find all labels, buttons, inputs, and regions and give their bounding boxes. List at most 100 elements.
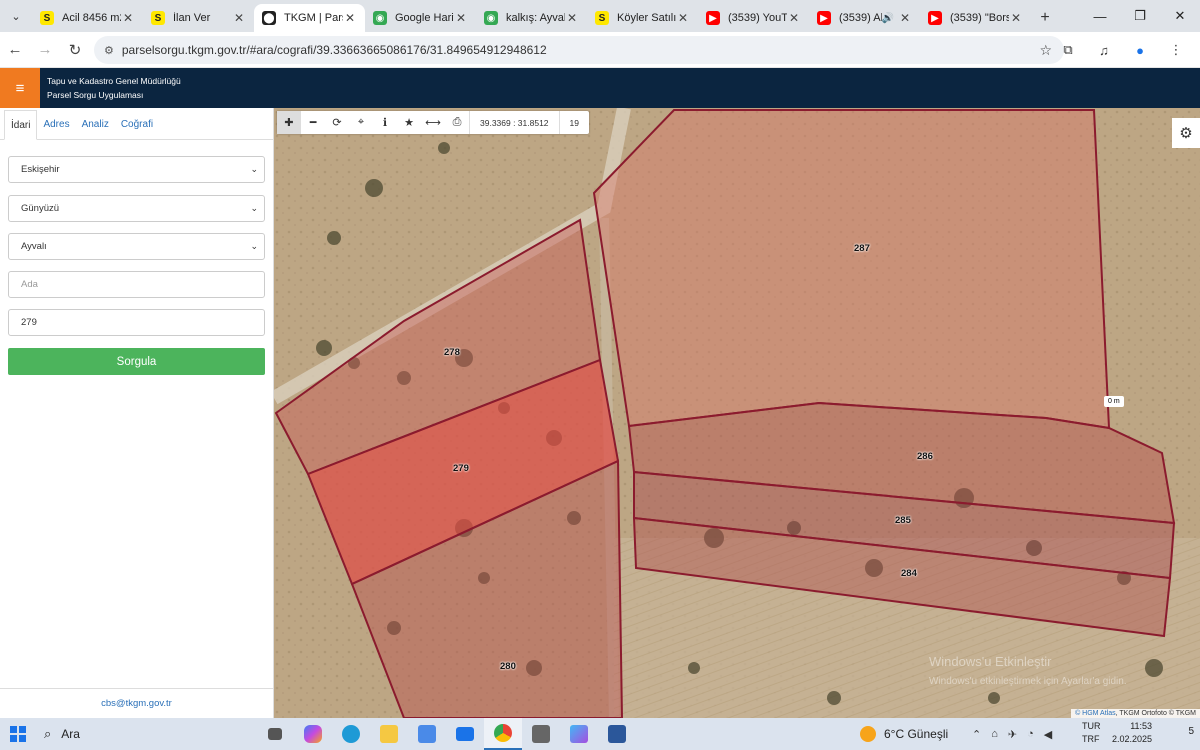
parcel-input[interactable]: 279 [8, 309, 265, 336]
volume-icon[interactable]: ◀ [1044, 728, 1052, 741]
close-tab-icon[interactable]: ✕ [121, 11, 135, 25]
close-tab-icon[interactable]: ✕ [1009, 11, 1023, 25]
attribution-text: , TKGM Ortofoto © TKGM [1115, 710, 1196, 717]
back-icon[interactable]: ← [0, 35, 30, 65]
copilot-icon[interactable] [294, 718, 332, 750]
hamburger-menu-icon[interactable]: ≡ [0, 68, 40, 108]
close-tab-icon[interactable]: ✕ [454, 11, 468, 25]
weather-widget[interactable]: 6°C Güneşli [860, 718, 948, 750]
refresh-icon[interactable]: ⟳ [325, 111, 349, 134]
clock[interactable]: 11:53 2.02.2025 [1112, 720, 1152, 746]
chrome-icon[interactable] [484, 718, 522, 750]
browser-tab[interactable]: ▶ (3539) Al 🔊 ✕ [809, 4, 920, 32]
scale-label: 0 m [1104, 396, 1124, 407]
parcel-label-278: 278 [444, 347, 460, 358]
speaker-icon[interactable]: 🔊 [882, 13, 894, 24]
map-settings-gear-icon[interactable]: ⚙ [1172, 118, 1200, 148]
app-title-line1: Tapu ve Kadastro Genel Müdürlüğü [47, 76, 181, 86]
neighborhood-value: Ayvalı [21, 241, 47, 252]
print-icon[interactable]: ⎙ [445, 111, 469, 134]
calculator-icon[interactable] [522, 718, 560, 750]
reload-icon[interactable]: ↻ [60, 35, 90, 65]
close-tab-icon[interactable]: ✕ [232, 11, 246, 25]
edge-icon[interactable] [332, 718, 370, 750]
maximize-icon[interactable]: ❐ [1120, 0, 1160, 32]
sidebar-tabs: İdari Adres Analiz Coğrafi [0, 108, 273, 140]
locate-icon[interactable]: ⌖ [349, 111, 373, 134]
zoom-out-icon[interactable]: ━ [301, 111, 325, 134]
wifi-icon[interactable]: ◔ [1027, 728, 1034, 740]
tab-search-button[interactable]: ⌄ [0, 0, 32, 32]
parcel-label-284: 284 [901, 568, 917, 579]
clock-date: 2.02.2025 [1112, 734, 1153, 744]
favorite-star-icon[interactable]: ★ [397, 111, 421, 134]
windows-start-icon[interactable] [0, 718, 36, 750]
photos-icon[interactable] [560, 718, 598, 750]
menu-icon[interactable]: ⋮ [1162, 36, 1190, 64]
watermark-line2: Windows'u etkinleştirmek için Ayarlar'a … [929, 676, 1127, 687]
browser-tab[interactable]: ◉ Google Haritalar✕ [365, 4, 476, 32]
toolbar-right: ⧉ ♫ ● ⋮ [1054, 36, 1190, 64]
query-button[interactable]: Sorgula [8, 348, 265, 375]
chevron-up-icon[interactable]: ⌃ [972, 728, 981, 741]
tab-title: (3539) YouTube [728, 12, 787, 24]
tab-list: SAcil 8456 m2✕Sİlan Ver✕⬤TKGM | Parsel S… [32, 4, 1031, 32]
browser-tab[interactable]: ◉ kalkış: Ayvalı ✕ [476, 4, 587, 32]
browser-tab[interactable]: ▶ (3539) "Borsa✕ [920, 4, 1031, 32]
district-select[interactable]: Günyüzü ⌄ [8, 195, 265, 222]
browser-tab[interactable]: S İlan Ver ✕ [143, 4, 254, 32]
mail-icon[interactable] [446, 718, 484, 750]
parcel-287[interactable] [592, 109, 1111, 430]
close-tab-icon[interactable]: ✕ [676, 11, 690, 25]
accessibility-icon[interactable]: ✈ [1008, 728, 1017, 741]
word-icon[interactable] [598, 718, 636, 750]
tab-analiz[interactable]: Analiz [76, 109, 115, 139]
store-icon[interactable] [408, 718, 446, 750]
file-explorer-icon[interactable] [370, 718, 408, 750]
task-view-icon[interactable] [256, 718, 294, 750]
network-icon[interactable]: ⌂ [991, 728, 998, 740]
site-info-icon[interactable]: ⚙ [104, 44, 114, 57]
media-control-icon[interactable]: ♫ [1090, 36, 1118, 64]
footer-email-link[interactable]: cbs@tkgm.gov.tr [0, 688, 273, 718]
measure-icon[interactable]: ⟷ [421, 111, 445, 134]
browser-tab[interactable]: S Acil 8456 m2 ✕ [32, 4, 143, 32]
clock-time: 11:53 [1130, 721, 1153, 731]
ada-input[interactable]: Ada [8, 271, 265, 298]
browser-tab[interactable]: S Köyler Satılık ✕ [587, 4, 698, 32]
hgm-atlas-link[interactable]: © HGM Atlas [1075, 710, 1116, 717]
tab-adres[interactable]: Adres [37, 109, 75, 139]
forward-icon[interactable]: → [30, 35, 60, 65]
address-bar[interactable]: ⚙ parselsorgu.tkgm.gov.tr/#ara/cografi/3… [94, 36, 1064, 64]
app-title: Tapu ve Kadastro Genel Müdürlüğü Parsel … [47, 74, 181, 102]
minimize-icon[interactable]: — [1080, 0, 1120, 32]
notification-bell-icon[interactable]: 5 [1188, 726, 1194, 737]
browser-tab[interactable]: ▶ (3539) YouTube✕ [698, 4, 809, 32]
info-icon[interactable]: ℹ [373, 111, 397, 134]
map-view[interactable]: 287 278 279 280 286 285 284 ✚ ━ ⟳ ⌖ ℹ ★ … [274, 108, 1200, 718]
browser-tab-strip: ⌄ SAcil 8456 m2✕Sİlan Ver✕⬤TKGM | Parsel… [0, 0, 1200, 32]
parcel-label-287: 287 [854, 243, 870, 254]
profile-icon[interactable]: ● [1126, 36, 1154, 64]
tab-idari[interactable]: İdari [4, 110, 38, 140]
parcel-label-279: 279 [453, 463, 469, 474]
close-tab-icon[interactable]: ✕ [343, 11, 357, 25]
bookmark-star-icon[interactable]: ☆ [1039, 42, 1052, 59]
province-select[interactable]: Eskişehir ⌄ [8, 156, 265, 183]
close-window-icon[interactable]: ✕ [1160, 0, 1200, 32]
google-maps-icon: ◉ [484, 11, 498, 25]
system-tray: ⌃ ⌂ ✈ ◔ ◀ [972, 718, 1052, 750]
neighborhood-select[interactable]: Ayvalı ⌄ [8, 233, 265, 260]
chevron-down-icon: ⌄ [250, 203, 258, 213]
zoom-in-icon[interactable]: ✚ [277, 111, 301, 134]
language-indicator[interactable]: TUR TRF [1082, 720, 1101, 746]
close-tab-icon[interactable]: ✕ [898, 11, 912, 25]
close-tab-icon[interactable]: ✕ [787, 11, 801, 25]
close-tab-icon[interactable]: ✕ [565, 11, 579, 25]
taskbar-search[interactable]: ⌕ Ara [36, 718, 256, 750]
tab-cografi[interactable]: Coğrafi [115, 109, 159, 139]
extensions-icon[interactable]: ⧉ [1054, 36, 1082, 64]
new-tab-button[interactable]: + [1031, 4, 1059, 32]
parcel-label-286: 286 [917, 451, 933, 462]
browser-tab[interactable]: ⬤ TKGM | Parsel Sorgu✕ [254, 4, 365, 32]
